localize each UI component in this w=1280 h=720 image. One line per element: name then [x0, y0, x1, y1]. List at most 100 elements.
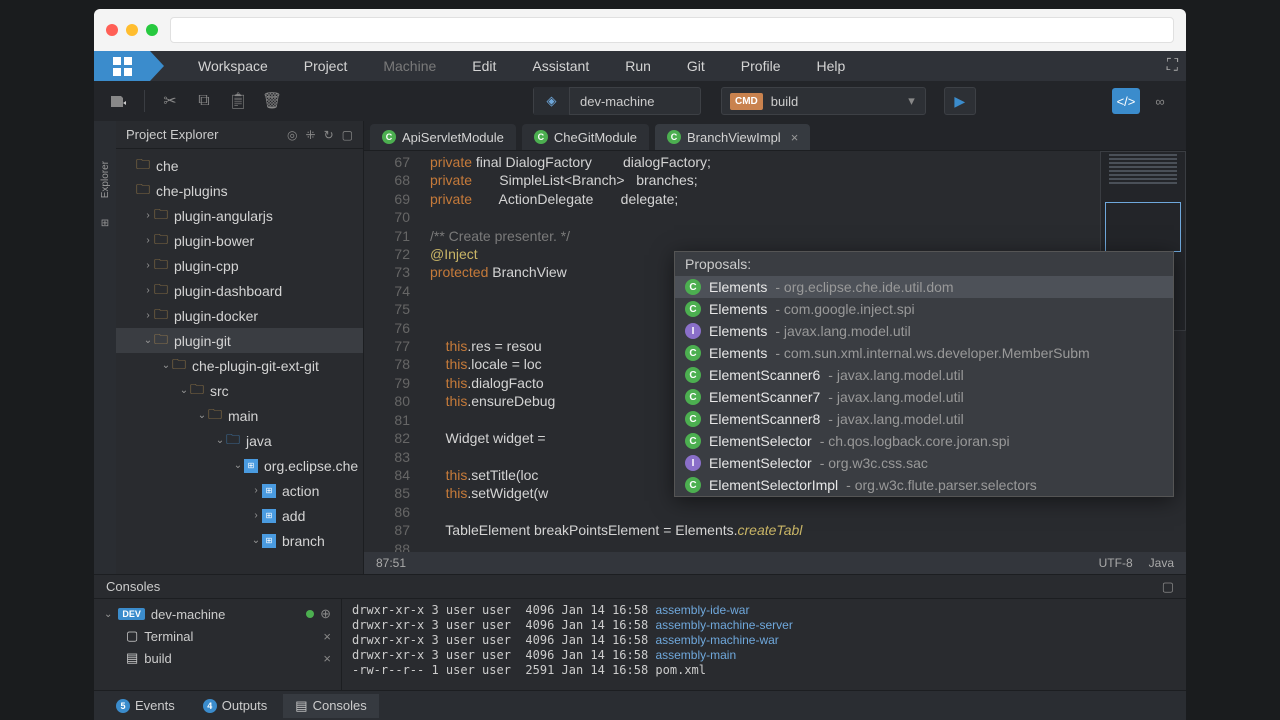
editor-tab[interactable]: CBranchViewImpl× [655, 124, 810, 150]
folder-icon: ⊞ [262, 484, 276, 498]
menu-help[interactable]: Help [798, 58, 863, 74]
tree-item[interactable]: ⌄🗀java [116, 428, 363, 453]
code-area[interactable]: 6768697071727374757677787980818283848586… [364, 151, 1186, 552]
tree-item[interactable]: ›🗀plugin-cpp [116, 253, 363, 278]
minimize-panel-icon[interactable]: ▢ [1162, 579, 1174, 595]
close-icon[interactable] [106, 24, 118, 36]
kind-icon: C [685, 477, 701, 493]
menu-workspace[interactable]: Workspace [180, 58, 286, 74]
menu-profile[interactable]: Profile [723, 58, 799, 74]
run-button[interactable]: ▶ [944, 87, 976, 115]
console-output[interactable]: drwxr-xr-x 3 user user 4096 Jan 14 16:58… [342, 599, 1186, 690]
toolbar: ✂ ⧉ 📋︎ 🗑︎ ◈ CMD build ▾ ▶ </> ∞ [94, 81, 1186, 121]
cut-icon[interactable]: ✂ [157, 88, 183, 114]
consoles-title: Consoles [106, 579, 160, 594]
proposal-item[interactable]: CElementSelector - ch.qos.logback.core.j… [675, 430, 1173, 452]
zoom-icon[interactable] [146, 24, 158, 36]
folder-icon: ⊞ [262, 534, 276, 548]
proposal-item[interactable]: CElements - com.sun.xml.internal.ws.deve… [675, 342, 1173, 364]
console-tree-item[interactable]: ⌄DEVdev-machine⊕ [94, 603, 341, 625]
command-selector[interactable]: CMD build ▾ [721, 87, 926, 115]
menu-project[interactable]: Project [286, 58, 366, 74]
close-icon[interactable]: × [323, 629, 331, 644]
target-icon[interactable]: ◎ [287, 128, 297, 142]
proposal-item[interactable]: IElementSelector - org.w3c.css.sac [675, 452, 1173, 474]
tree-item[interactable]: ›🗀plugin-dashboard [116, 278, 363, 303]
tree-item[interactable]: ⌄⊞org.eclipse.che [116, 453, 363, 478]
kind-icon: I [685, 323, 701, 339]
kind-icon: C [685, 411, 701, 427]
proposal-item[interactable]: IElements - javax.lang.model.util [675, 320, 1173, 342]
machine-selector[interactable]: ◈ [533, 87, 701, 115]
proposal-item[interactable]: CElementScanner6 - javax.lang.model.util [675, 364, 1173, 386]
console-tree-item[interactable]: ▢Terminal× [94, 625, 341, 647]
menu-git[interactable]: Git [669, 58, 723, 74]
close-tab-icon[interactable]: × [791, 130, 799, 145]
kind-icon: C [685, 433, 701, 449]
address-bar[interactable] [170, 17, 1174, 43]
rail-icon[interactable]: ⊞ [101, 218, 109, 229]
menu-machine[interactable]: Machine [365, 58, 454, 74]
new-icon[interactable] [106, 88, 132, 114]
bottom-tab-outputs[interactable]: 4Outputs [191, 694, 280, 717]
proposal-item[interactable]: CElements - com.google.inject.spi [675, 298, 1173, 320]
folder-icon: ⊞ [262, 509, 276, 523]
tree-item[interactable]: ⌄🗀src [116, 378, 363, 403]
tree-item[interactable]: ⌄🗀plugin-git [116, 328, 363, 353]
command-value: build [771, 94, 898, 109]
autocomplete-popup[interactable]: Proposals: CElements - org.eclipse.che.i… [674, 251, 1174, 497]
code-icon[interactable]: </> [1112, 88, 1140, 114]
explorer-rail-tab[interactable]: Explorer [100, 161, 111, 198]
tree-item[interactable]: 🗀che-plugins [116, 178, 363, 203]
cube-icon: ◈ [534, 87, 570, 115]
gear-icon: ▤ [126, 650, 138, 666]
proposal-item[interactable]: CElementScanner8 - javax.lang.model.util [675, 408, 1173, 430]
copy-icon[interactable]: ⧉ [191, 88, 217, 114]
tree-item[interactable]: ›🗀plugin-docker [116, 303, 363, 328]
add-icon[interactable]: ⊕ [320, 606, 331, 622]
refresh-icon[interactable]: ↻ [324, 128, 334, 142]
tree-item[interactable]: ⌄🗀main [116, 403, 363, 428]
kind-icon: C [685, 279, 701, 295]
app-logo[interactable] [94, 51, 150, 81]
folder-icon: 🗀 [136, 179, 150, 203]
left-rail: Explorer ⊞ [94, 121, 116, 574]
console-tree-item[interactable]: ▤build× [94, 647, 341, 669]
tree-item[interactable]: 🗀che [116, 153, 363, 178]
kind-icon: C [685, 301, 701, 317]
cursor-position: 87:51 [376, 556, 406, 570]
bottom-tab-events[interactable]: 5Events [104, 694, 187, 717]
folder-icon: 🗀 [154, 279, 168, 303]
menu-edit[interactable]: Edit [454, 58, 514, 74]
encoding: UTF-8 [1099, 556, 1133, 570]
tree-item[interactable]: ›⊞action [116, 478, 363, 503]
proposal-item[interactable]: CElementScanner7 - javax.lang.model.util [675, 386, 1173, 408]
minimize-icon[interactable] [126, 24, 138, 36]
link-icon[interactable]: ∞ [1146, 88, 1174, 114]
paste-icon[interactable]: 📋︎ [225, 88, 251, 114]
bottom-tab-consoles[interactable]: ▤Consoles [283, 694, 379, 718]
tree-item[interactable]: ⌄🗀che-plugin-git-ext-git [116, 353, 363, 378]
delete-icon[interactable]: 🗑︎ [259, 88, 285, 114]
proposal-item[interactable]: CElementSelectorImpl - org.w3c.flute.par… [675, 474, 1173, 496]
tree-item[interactable]: ›🗀plugin-bower [116, 228, 363, 253]
tree-item[interactable]: ›⊞add [116, 503, 363, 528]
collapse-icon[interactable]: ⁜ [306, 128, 316, 142]
close-icon[interactable]: × [323, 651, 331, 666]
machine-input[interactable] [570, 94, 700, 109]
tree-item[interactable]: ⌄⊞branch [116, 528, 363, 553]
editor-tab[interactable]: CCheGitModule [522, 124, 649, 150]
titlebar [94, 9, 1186, 51]
proposal-item[interactable]: CElements - org.eclipse.che.ide.util.dom [675, 276, 1173, 298]
folder-icon: 🗀 [190, 379, 204, 403]
tree-item[interactable]: ›🗀plugin-angularjs [116, 203, 363, 228]
editor: CApiServletModuleCCheGitModuleCBranchVie… [364, 121, 1186, 574]
explorer-title: Project Explorer [126, 127, 218, 142]
menu-run[interactable]: Run [607, 58, 669, 74]
settings-icon[interactable]: ▢ [342, 128, 353, 142]
fullscreen-icon[interactable]: ⛶ [1167, 57, 1178, 75]
language: Java [1149, 556, 1174, 570]
menu-assistant[interactable]: Assistant [514, 58, 607, 74]
folder-icon: 🗀 [154, 229, 168, 253]
editor-tab[interactable]: CApiServletModule [370, 124, 516, 150]
